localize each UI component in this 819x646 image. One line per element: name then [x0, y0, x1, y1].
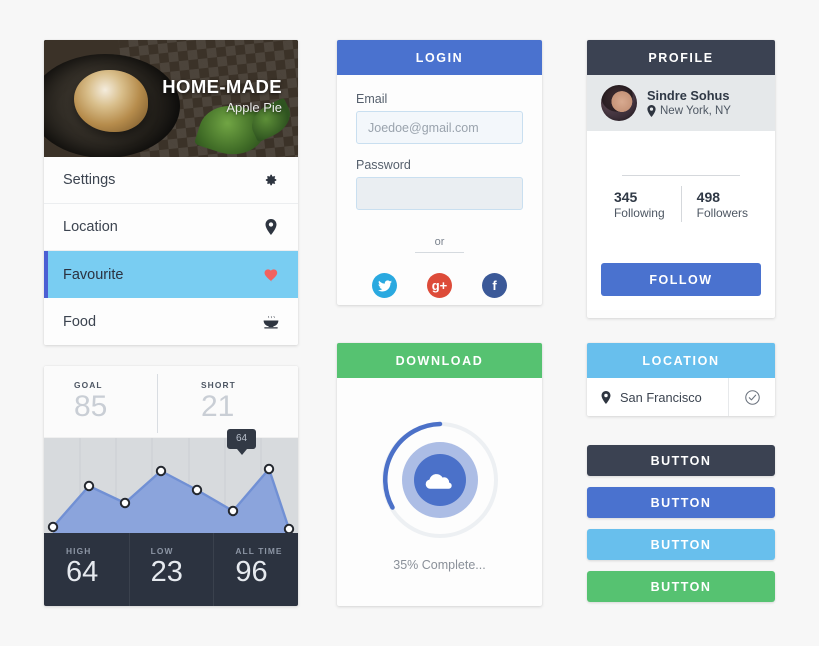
email-label: Email [356, 92, 388, 106]
progress-ring-svg [381, 421, 498, 538]
stat-short: SHORT 21 [157, 366, 298, 437]
download-body: 35% Complete... [337, 378, 542, 606]
area-chart: 64 [44, 429, 298, 533]
stat-label: SHORT [201, 380, 236, 390]
profile-stats-zone: 345 Following 498 Followers [587, 131, 775, 263]
profile-location: New York, NY [647, 105, 731, 118]
stats-chart-card: GOAL 85 SHORT 21 64 HIGH 64 LOW 23 ALL T… [44, 366, 298, 606]
button-stack: BUTTON BUTTON BUTTON BUTTON [587, 445, 775, 602]
profile-info-bar: Sindre Sohus New York, NY [587, 75, 775, 131]
stat-label: ALL TIME [235, 546, 283, 556]
stats-bottom-row: HIGH 64 LOW 23 ALL TIME 96 [44, 533, 298, 606]
location-value: San Francisco [620, 389, 702, 405]
email-input[interactable] [356, 111, 523, 144]
location-header: LOCATION [587, 343, 775, 378]
login-card: LOGIN Email Password or g+ [337, 40, 542, 305]
social-login-row: g+ f [356, 273, 523, 298]
hero-text: HOME-MADE Apple Pie [162, 76, 282, 115]
stat-value: 21 [201, 390, 235, 423]
or-label: or [414, 236, 465, 253]
hero-image: HOME-MADE Apple Pie [44, 40, 298, 157]
menu-item-settings[interactable]: Settings [44, 157, 298, 204]
profile-stat-following: 345 Following [598, 189, 681, 220]
chart-tooltip: 64 [227, 429, 257, 455]
stat-label: HIGH [66, 546, 92, 556]
hero-title: HOME-MADE [162, 76, 282, 97]
menu-list: Settings Location Favourite Food [44, 157, 298, 345]
button-dark[interactable]: BUTTON [587, 445, 775, 476]
profile-location-label: New York, NY [660, 105, 731, 118]
profile-card: PROFILE Sindre Sohus New York, NY 345 Fo… [587, 40, 775, 318]
stat-value: 23 [150, 556, 183, 588]
follow-zone: FOLLOW [587, 263, 775, 310]
food-platter-icon [262, 315, 280, 329]
download-card: DOWNLOAD 35% Complete... [337, 343, 542, 606]
password-field-group: Password [356, 158, 523, 210]
map-pin-icon [601, 390, 611, 404]
facebook-glyph: f [492, 278, 497, 293]
stat-all-time: ALL TIME 96 [213, 533, 298, 606]
avatar [601, 84, 637, 121]
profile-stat-followers: 498 Followers [680, 185, 764, 222]
menu-item-label: Food [63, 313, 97, 330]
menu-item-favourite[interactable]: Favourite [44, 251, 298, 298]
menu-card: HOME-MADE Apple Pie Settings Location Fa… [44, 40, 298, 345]
progress-ring [378, 418, 502, 542]
google-plus-glyph: g+ [431, 278, 448, 293]
location-value-field[interactable]: San Francisco [587, 378, 729, 416]
menu-item-location[interactable]: Location [44, 204, 298, 251]
password-label: Password [356, 158, 411, 172]
facebook-icon[interactable]: f [482, 273, 507, 298]
chart-area-fill [53, 469, 289, 533]
stat-label: Followers [696, 205, 749, 220]
gear-icon [262, 173, 280, 187]
profile-name: Sindre Sohus [647, 87, 730, 103]
location-card: LOCATION San Francisco [587, 343, 775, 416]
profile-header: PROFILE [587, 40, 775, 75]
ui-kit-canvas: HOME-MADE Apple Pie Settings Location Fa… [0, 0, 819, 646]
download-header: DOWNLOAD [337, 343, 542, 378]
stat-low: LOW 23 [128, 533, 214, 606]
menu-item-label: Favourite [63, 266, 124, 283]
button-green[interactable]: BUTTON [587, 571, 775, 602]
stat-high: HIGH 64 [44, 533, 129, 606]
stat-label: LOW [150, 546, 174, 556]
email-field-group: Email [356, 92, 523, 144]
hero-pie [74, 70, 148, 132]
stat-value: 64 [66, 556, 99, 588]
stat-value: 96 [235, 556, 268, 588]
stat-value: 498 [696, 188, 721, 205]
stats-top-row: GOAL 85 SHORT 21 [44, 366, 298, 438]
location-row: San Francisco [587, 378, 775, 416]
button-blue[interactable]: BUTTON [587, 487, 775, 518]
download-caption: 35% Complete... [393, 558, 486, 572]
stat-value: 345 [613, 188, 638, 205]
follow-button[interactable]: FOLLOW [601, 263, 761, 296]
map-pin-icon [647, 105, 656, 118]
profile-stats: 345 Following 498 Followers [598, 185, 764, 222]
profile-divider [622, 174, 740, 176]
twitter-icon[interactable] [372, 273, 397, 298]
stat-label: Following [613, 205, 665, 220]
location-confirm-button[interactable] [729, 378, 775, 416]
google-plus-icon[interactable]: g+ [427, 273, 452, 298]
profile-identity: Sindre Sohus New York, NY [647, 87, 731, 118]
area-chart-svg [47, 438, 295, 533]
heart-icon [262, 268, 280, 282]
password-input[interactable] [356, 177, 523, 210]
login-form: Email Password or g+ [337, 75, 542, 298]
hero-subtitle: Apple Pie [226, 100, 282, 115]
map-pin-icon [262, 219, 280, 235]
or-divider: or [356, 232, 523, 253]
stat-goal: GOAL 85 [44, 366, 171, 437]
menu-item-food[interactable]: Food [44, 298, 298, 345]
menu-item-label: Settings [63, 172, 116, 188]
menu-item-label: Location [63, 219, 118, 235]
check-circle-icon [744, 389, 760, 405]
login-header: LOGIN [337, 40, 542, 75]
button-light-blue[interactable]: BUTTON [587, 529, 775, 560]
